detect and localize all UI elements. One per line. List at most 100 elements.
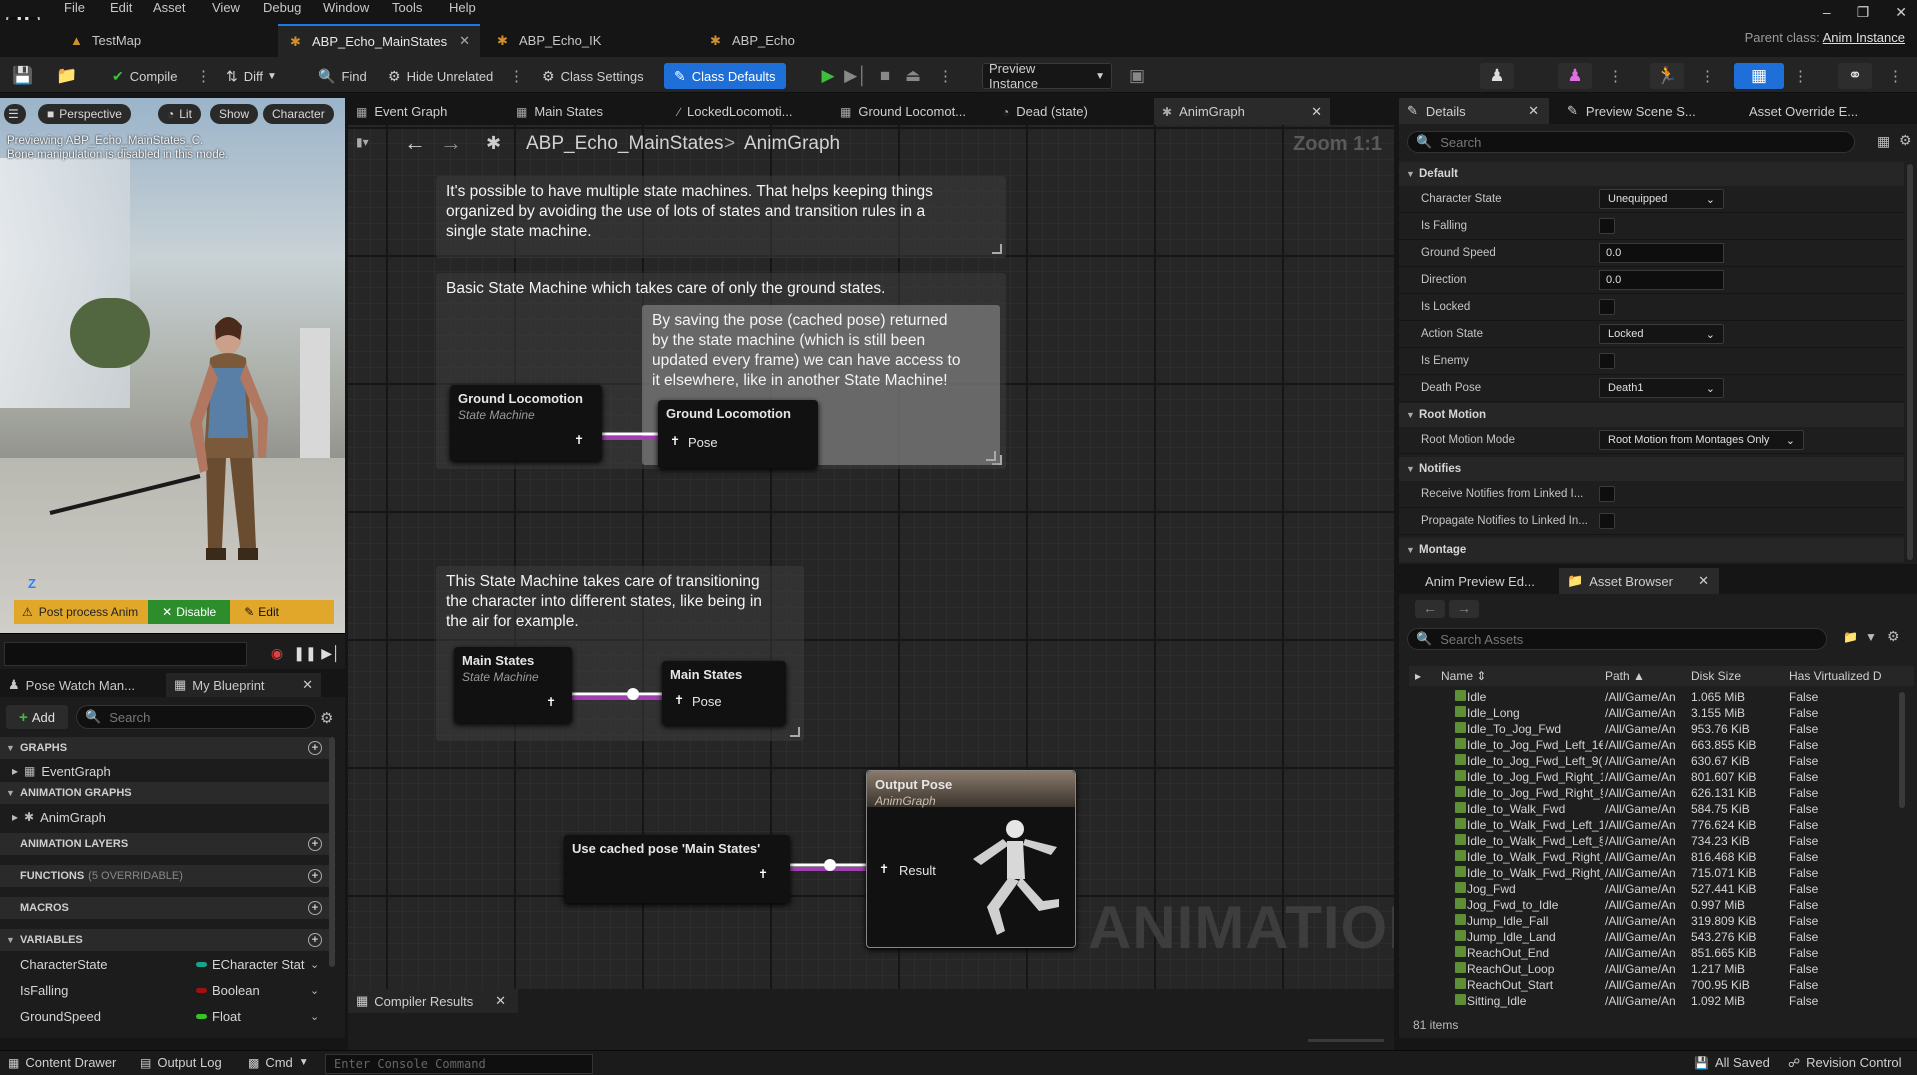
graph-item-animgraph[interactable]: ▸ ✱ AnimGraph (0, 806, 330, 828)
add-macro-icon[interactable]: + (308, 901, 322, 915)
animation-mode-icon[interactable]: 🏃 (1650, 63, 1684, 89)
animation-options-icon[interactable]: ⋮ (1700, 67, 1715, 85)
anim-graph-canvas[interactable]: ▮▾ ← → ✱ ABP_Echo_MainStates > AnimGraph… (348, 125, 1394, 989)
play-icon[interactable]: ▶ (815, 63, 841, 89)
character-button[interactable]: Character (263, 104, 334, 124)
column-disk-size[interactable]: Disk Size (1691, 669, 1741, 683)
is-locked-checkbox[interactable] (1599, 299, 1615, 315)
folder-icon[interactable]: 📁 (1843, 630, 1858, 644)
ground-locomotion-state-machine-node[interactable]: Ground Locomotion State Machine ✝ (450, 385, 602, 461)
variable-row[interactable]: IsFalling Boolean ⌄ (0, 979, 330, 1001)
filter-icon[interactable]: ▼ (1865, 630, 1877, 644)
tab-main-states[interactable]: ▦ Main States (516, 98, 603, 125)
tab-event-graph[interactable]: ▦ Event Graph (356, 98, 447, 125)
is-falling-checkbox[interactable] (1599, 218, 1615, 234)
section-animation-graphs[interactable]: ▼ ANIMATION GRAPHS (0, 782, 330, 804)
lit-button[interactable]: ◔ Lit (158, 104, 201, 124)
timeline-track[interactable] (4, 642, 247, 666)
asset-row[interactable]: Idle_to_Jog_Fwd_Left_9(/All/Game/An 630.6… (1409, 754, 1889, 770)
column-name[interactable]: Name ⇕ (1441, 669, 1486, 683)
section-montage[interactable]: ▼ Montage (1399, 538, 1904, 562)
section-default[interactable]: ▼ Default (1399, 162, 1904, 186)
compile-options-icon[interactable]: ⋮ (196, 67, 211, 85)
browse-icon[interactable]: 📁 (54, 63, 80, 89)
asset-row[interactable]: Jog_Fwd_to_Idle/All/Game/An 0.997 MiB Fals… (1409, 898, 1889, 914)
section-notifies[interactable]: ▼ Notifies (1399, 457, 1904, 481)
tab-asset-browser[interactable]: 📁 Asset Browser ✕ (1559, 568, 1719, 594)
find-button[interactable]: 🔍 Find (312, 63, 373, 89)
pose-pin-icon[interactable]: ✝ (574, 433, 584, 447)
close-tab-icon[interactable]: ✕ (459, 33, 470, 49)
diff-button[interactable]: ⇅ Diff ▼ (220, 63, 283, 89)
menu-tools[interactable]: Tools (392, 0, 422, 15)
blueprint-search-input[interactable]: 🔍 Search (76, 705, 316, 729)
chevron-down-icon[interactable]: ⌄ (310, 984, 319, 997)
pose-pin-icon[interactable]: ✝ (674, 693, 684, 707)
settings-gear-icon[interactable]: ⚙ (1899, 132, 1912, 149)
variable-row[interactable]: GroundSpeed Float ⌄ (0, 1005, 330, 1027)
variable-type[interactable]: Float (212, 1009, 241, 1024)
close-tab-icon[interactable]: ✕ (1311, 104, 1322, 120)
scrollbar[interactable] (329, 737, 335, 967)
back-arrow-icon[interactable]: ← (1415, 600, 1445, 618)
record-icon[interactable]: ◉ (268, 644, 286, 662)
asset-row[interactable]: Jog_Fwd/All/Game/An 527.441 KiB False (1409, 882, 1889, 898)
action-state-dropdown[interactable]: Locked ⌄ (1599, 324, 1724, 344)
chevron-down-icon[interactable]: ⌄ (310, 958, 319, 971)
asset-row[interactable]: Idle_To_Jog_Fwd/All/Game/An 953.76 KiB Fal… (1409, 722, 1889, 738)
minimize-icon[interactable]: – (1823, 4, 1831, 21)
physics-mode-icon[interactable]: ⚭ (1838, 63, 1872, 89)
console-input[interactable]: Enter Console Command (325, 1054, 593, 1074)
edit-button[interactable]: ✎ Edit (230, 605, 293, 619)
close-tab-icon[interactable]: ✕ (1528, 103, 1539, 119)
step-forward-icon[interactable]: ▶│ (321, 644, 341, 662)
asset-row[interactable]: Jump_Idle_Land/All/Game/An 543.276 KiB Fal… (1409, 930, 1889, 946)
viewport-menu-icon[interactable]: ☰ (4, 104, 26, 124)
preview-viewport[interactable]: ☰ ■ Perspective ◔ Lit Show Character Previ… (0, 98, 345, 633)
output-pose-node[interactable]: Output Pose AnimGraph ✝ Result (866, 770, 1076, 948)
play-options-icon[interactable]: ⋮ (938, 67, 953, 85)
tab-animgraph[interactable]: ✱ AnimGraph ✕ (1154, 98, 1330, 125)
section-functions[interactable]: FUNCTIONS (5 OVERRIDABLE) + (0, 865, 330, 887)
add-graph-icon[interactable]: + (308, 741, 322, 755)
propagate-notifies-checkbox[interactable] (1599, 513, 1615, 529)
add-function-icon[interactable]: + (308, 869, 322, 883)
hide-unrelated-options-icon[interactable]: ⋮ (509, 67, 524, 85)
menu-debug[interactable]: Debug (263, 0, 301, 15)
menu-help[interactable]: Help (449, 0, 476, 15)
asset-row[interactable]: Idle_to_Walk_Fwd/All/Game/An 584.75 KiB Fa… (1409, 802, 1889, 818)
class-defaults-button[interactable]: ✎ Class Defaults (664, 63, 786, 89)
perspective-button[interactable]: ■ Perspective (38, 104, 131, 124)
pause-icon[interactable]: ❚❚ (293, 644, 316, 662)
blueprint-mode-icon[interactable]: ▦ (1734, 63, 1784, 89)
add-variable-icon[interactable]: + (308, 933, 322, 947)
settings-gear-icon[interactable]: ⚙ (1887, 628, 1900, 645)
doc-tab-abp-echo-mainstates[interactable]: ✱ ABP_Echo_MainStates ✕ (278, 24, 480, 57)
add-button[interactable]: + Add (6, 705, 68, 729)
death-pose-dropdown[interactable]: Death1 ⌄ (1599, 378, 1724, 398)
variable-type[interactable]: ECharacter Stat (212, 957, 305, 972)
close-tab-icon[interactable]: ✕ (495, 993, 506, 1009)
asset-row[interactable]: Idle_to_Jog_Fwd_Right_1/All/Game/An 801.6… (1409, 770, 1889, 786)
cache-pose-node-main-states[interactable]: Main States ✝ Pose (662, 661, 786, 725)
close-tab-icon[interactable]: ✕ (1698, 573, 1709, 589)
asset-row[interactable]: Idle_Long/All/Game/An 3.155 MiB False (1409, 706, 1889, 722)
mesh-options-icon[interactable]: ⋮ (1608, 67, 1623, 85)
scrollbar[interactable] (1899, 692, 1905, 808)
mesh-mode-icon[interactable]: ♟ (1558, 63, 1592, 89)
doc-tab-testmap[interactable]: ▲ TestMap (58, 24, 273, 57)
compile-button[interactable]: ✔ Compile (106, 63, 183, 89)
tab-preview-scene-settings[interactable]: ✎ Preview Scene S... (1567, 98, 1696, 124)
variable-type[interactable]: Boolean (212, 983, 260, 998)
cache-pose-node-ground-locomotion[interactable]: Ground Locomotion ✝ Pose (658, 400, 818, 468)
doc-tab-abp-echo-ik[interactable]: ✱ ABP_Echo_IK (485, 24, 693, 57)
is-enemy-checkbox[interactable] (1599, 353, 1615, 369)
tab-anim-preview-editor[interactable]: Anim Preview Ed... (1425, 568, 1535, 594)
column-virtualized[interactable]: Has Virtualized D (1789, 669, 1881, 683)
show-button[interactable]: Show (210, 104, 259, 124)
ground-speed-input[interactable]: 0.0 (1599, 243, 1724, 263)
parent-class-link[interactable]: Anim Instance (1823, 30, 1905, 45)
tab-ground-locomotion[interactable]: ▦ Ground Locomot... (840, 98, 966, 125)
character-state-dropdown[interactable]: Unequipped ⌄ (1599, 189, 1724, 209)
tab-pose-watch[interactable]: ♟ Pose Watch Man... (0, 673, 164, 697)
